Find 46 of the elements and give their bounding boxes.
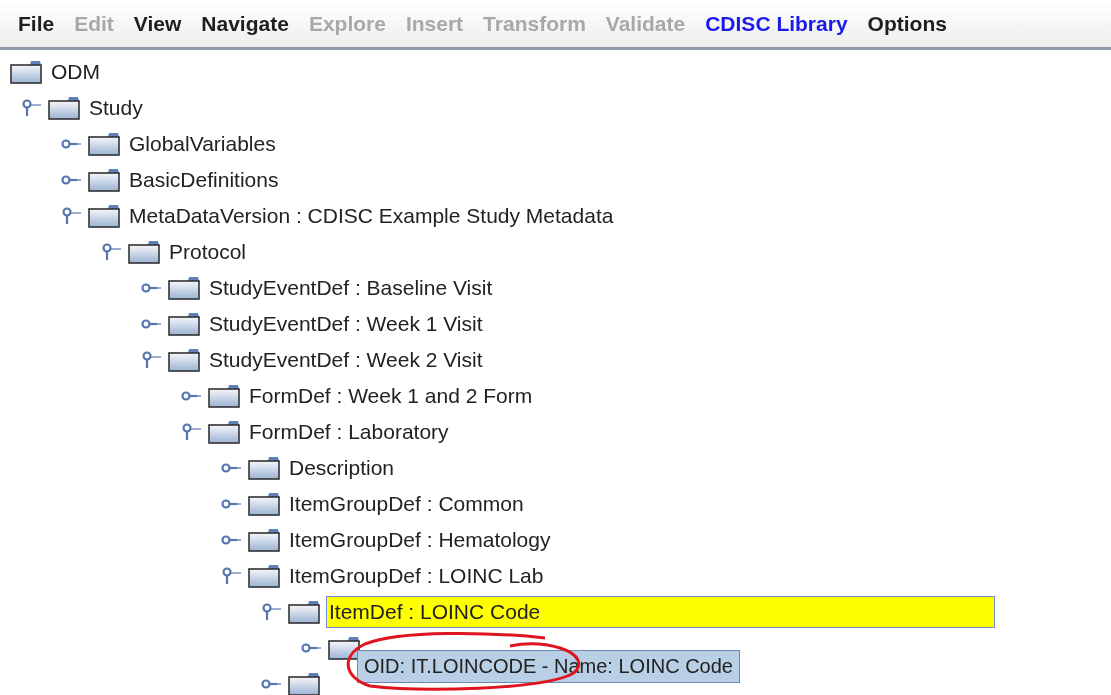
tree-node-label[interactable]: StudyEventDef : Week 2 Visit (206, 344, 486, 376)
tree-node-label[interactable]: ItemGroupDef : Common (286, 488, 527, 520)
tree-node-label[interactable]: ItemGroupDef : LOINC Lab (286, 560, 547, 592)
menu-item[interactable]: CDISC Library (695, 11, 858, 36)
tree-node-label[interactable]: GlobalVariables (126, 128, 279, 160)
menu-item[interactable]: View (123, 11, 192, 36)
folder-icon (88, 204, 120, 228)
tree-node-label[interactable]: Description (286, 452, 398, 484)
tree-node-label[interactable]: StudyEventDef : Baseline Visit (206, 272, 496, 304)
expanded-handle-icon[interactable] (220, 565, 242, 587)
folder-icon (88, 132, 120, 156)
folder-icon (208, 384, 240, 408)
menu-item[interactable]: File (8, 11, 65, 36)
folder-icon (128, 240, 160, 264)
expanded-handle-icon[interactable] (100, 241, 122, 263)
menu-item[interactable]: Options (857, 11, 957, 36)
tree-node-label[interactable]: ItemGroupDef : Hematology (286, 524, 554, 556)
folder-icon (248, 492, 280, 516)
expanded-handle-icon[interactable] (140, 349, 162, 371)
folder-icon (248, 456, 280, 480)
menu-item[interactable]: Navigate (191, 11, 299, 36)
folder-icon (10, 60, 42, 84)
tree-node-label[interactable]: ODM (48, 56, 103, 88)
folder-icon (168, 312, 200, 336)
expanded-handle-icon[interactable] (260, 601, 282, 623)
tree-node-label[interactable]: Protocol (166, 236, 250, 268)
tree-node-label[interactable]: FormDef : Laboratory (246, 416, 452, 448)
expanded-handle-icon[interactable] (180, 421, 202, 443)
tree-node-label[interactable]: StudyEventDef : Week 1 Visit (206, 308, 486, 340)
tree-node-label[interactable]: Study (86, 92, 146, 124)
folder-icon (208, 420, 240, 444)
expanded-handle-icon[interactable] (20, 97, 42, 119)
tree-node-label[interactable]: ItemDef : LOINC Code (326, 596, 995, 628)
folder-icon (288, 600, 320, 624)
tree-node-label[interactable]: FormDef : Week 1 and 2 Form (246, 380, 536, 412)
expanded-handle-icon[interactable] (60, 205, 82, 227)
folder-icon (248, 528, 280, 552)
folder-icon (168, 276, 200, 300)
tree-node-label[interactable]: MetaDataVersion : CDISC Example Study Metadata (126, 200, 617, 232)
folder-icon (48, 96, 80, 120)
folder-icon (88, 168, 120, 192)
folder-icon (248, 564, 280, 588)
tree-node-label[interactable]: BasicDefinitions (126, 164, 282, 196)
folder-icon (168, 348, 200, 372)
folder-icon (288, 672, 320, 695)
folder-icon (328, 636, 360, 660)
